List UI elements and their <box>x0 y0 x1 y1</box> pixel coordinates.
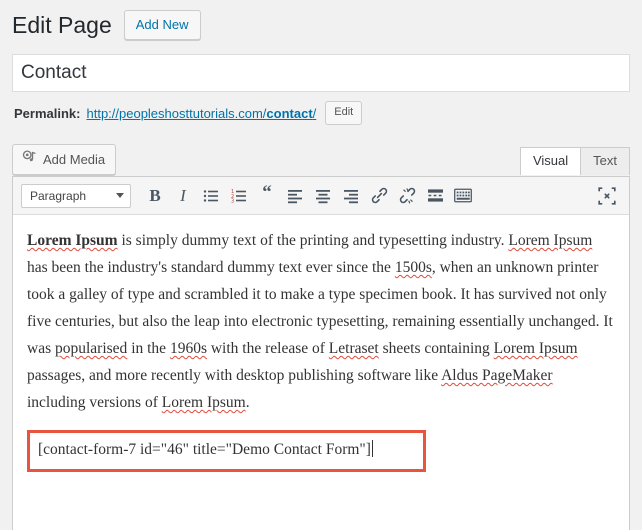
toolbar-toggle-icon[interactable] <box>449 182 477 210</box>
permalink-label: Permalink: <box>14 105 81 121</box>
editor-toolbar: Paragraph B I 1 2 3 “ <box>13 177 629 215</box>
content-segment: in the <box>127 340 170 357</box>
paragraph-format-value: Paragraph <box>30 188 87 203</box>
svg-text:3: 3 <box>231 198 234 204</box>
content-segment: popularised <box>54 340 128 357</box>
chevron-down-icon <box>116 193 124 198</box>
content-paragraph: Lorem Ipsum is simply dummy text of the … <box>27 227 615 416</box>
bulleted-list-icon[interactable] <box>197 182 225 210</box>
permalink-row: Permalink: http://peopleshosttutorials.c… <box>14 101 363 125</box>
editor-mode-tabs: Visual Text <box>519 147 630 175</box>
content-segment: Lorem Ipsum <box>27 232 118 249</box>
content-segment: is simply dummy text of the printing and… <box>117 232 509 249</box>
add-new-button[interactable]: Add New <box>123 10 201 40</box>
content-segment: Lorem Ipsum <box>508 232 593 249</box>
content-segment: Letraset <box>328 340 379 357</box>
permalink-url-suffix: / <box>312 105 317 121</box>
align-center-icon[interactable] <box>309 182 337 210</box>
align-right-icon[interactable] <box>337 182 365 210</box>
wordpress-edit-page-screen: Edit Page Add New Permalink: http://peop… <box>0 0 642 530</box>
content-segment: 1960s <box>169 340 207 357</box>
page-title: Edit Page <box>12 11 112 38</box>
blockquote-icon[interactable]: “ <box>253 182 281 210</box>
content-segment: . <box>245 394 250 411</box>
add-media-button[interactable]: Add Media <box>12 144 117 175</box>
distraction-free-icon[interactable] <box>593 182 621 210</box>
content-segment: 1500s <box>394 259 432 276</box>
content-segment: Lorem Ipsum <box>161 394 246 411</box>
content-segment: has been the industry's standard dummy t… <box>27 259 395 276</box>
content-segment: including versions of <box>27 394 162 411</box>
shortcode-highlight-box: [contact-form-7 id="46" title="Demo Cont… <box>27 430 426 472</box>
tab-visual[interactable]: Visual <box>519 147 582 175</box>
insert-link-icon[interactable] <box>365 182 393 210</box>
content-segment: Aldus PageMaker <box>441 367 553 384</box>
content-segment: passages, and more recently with desktop… <box>27 367 442 384</box>
post-title-input[interactable] <box>12 54 630 92</box>
media-camera-icon <box>22 150 37 168</box>
read-more-icon[interactable] <box>421 182 449 210</box>
content-segment: with the release of <box>206 340 329 357</box>
numbered-list-icon[interactable]: 1 2 3 <box>225 182 253 210</box>
tab-text[interactable]: Text <box>580 147 630 175</box>
shortcode-text: [contact-form-7 id="46" title="Demo Cont… <box>38 441 371 458</box>
bold-icon[interactable]: B <box>141 182 169 210</box>
editor-container: Paragraph B I 1 2 3 “ Lorem Ipsum is sim… <box>12 176 630 530</box>
italic-icon[interactable]: I <box>169 182 197 210</box>
permalink-link[interactable]: http://peopleshosttutorials.com/contact/ <box>86 106 316 121</box>
edit-permalink-button[interactable]: Edit <box>325 101 363 125</box>
text-cursor <box>371 440 373 457</box>
media-and-tabs-row: Add Media Visual Text <box>12 144 630 175</box>
content-segment: sheets containing <box>378 340 494 357</box>
content-segment: Lorem Ipsum <box>493 340 578 357</box>
add-media-label: Add Media <box>43 151 106 167</box>
permalink-slug: contact <box>266 105 313 121</box>
unlink-icon[interactable] <box>393 182 421 210</box>
permalink-url-prefix: http://peopleshosttutorials.com/ <box>86 105 267 121</box>
editor-content-area[interactable]: Lorem Ipsum is simply dummy text of the … <box>13 215 629 530</box>
page-header: Edit Page Add New <box>12 10 201 40</box>
align-left-icon[interactable] <box>281 182 309 210</box>
paragraph-format-select[interactable]: Paragraph <box>21 183 131 208</box>
